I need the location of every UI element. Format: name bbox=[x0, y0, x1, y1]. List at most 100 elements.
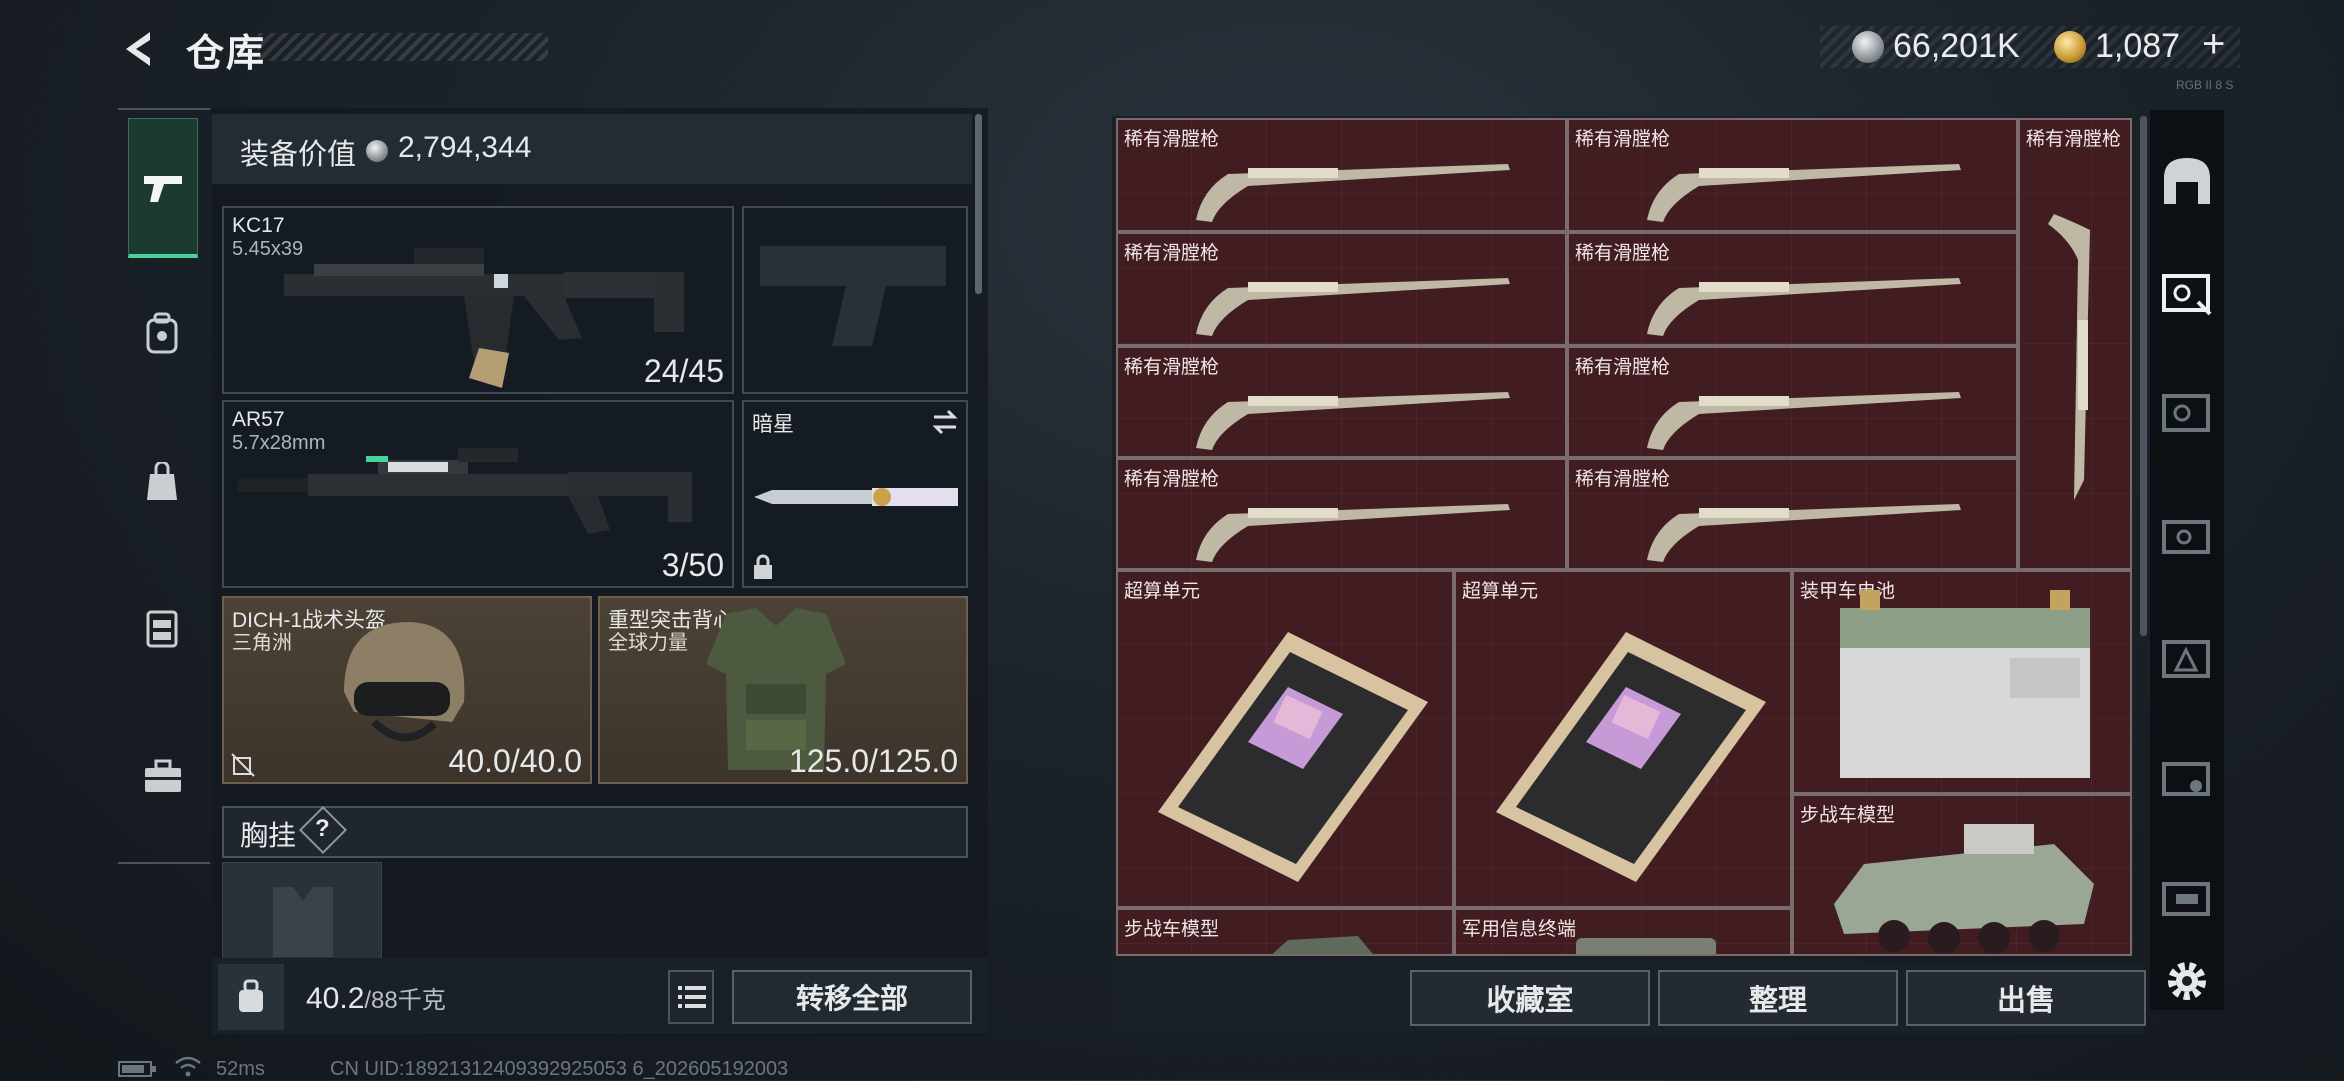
armor-slot[interactable]: 重型突击背心 全球力量 125.0/125.0 bbox=[598, 596, 968, 784]
assault-rifle-image bbox=[284, 248, 684, 388]
musket-image bbox=[1647, 278, 1961, 336]
item-label: 稀有滑膛枪 bbox=[2026, 129, 2122, 150]
silver-currency-value: 66,201K bbox=[1893, 27, 2020, 65]
terminal-image bbox=[1576, 938, 1716, 954]
lock-button[interactable] bbox=[218, 964, 284, 1030]
ifv-model-image bbox=[1272, 936, 1373, 954]
stash-tab-vault-icon[interactable] bbox=[2158, 262, 2216, 322]
user-uid: CN UID:18921312409392925053 6_2026051920… bbox=[330, 1058, 789, 1080]
weight-current: 40.2 bbox=[306, 982, 365, 1015]
stash-scrollbar[interactable] bbox=[2140, 116, 2147, 636]
musket-image bbox=[1196, 504, 1510, 562]
back-arrow-icon[interactable] bbox=[118, 28, 160, 70]
pistol-slot[interactable] bbox=[742, 206, 968, 394]
chest-rig-label: 胸挂 bbox=[240, 820, 297, 851]
stash-item-compute-unit[interactable]: 超算单元 bbox=[1116, 570, 1454, 908]
chest-rig-slot[interactable] bbox=[222, 862, 382, 964]
gold-currency-value: 1,087 bbox=[2095, 27, 2181, 65]
tab-toolbox[interactable] bbox=[142, 758, 184, 796]
musket-image bbox=[1647, 504, 1961, 562]
tab-vest[interactable] bbox=[144, 606, 180, 650]
musket-image bbox=[1196, 278, 1510, 336]
stash-item-vehicle-battery[interactable]: 装甲车电池 bbox=[1792, 570, 2132, 794]
stash-item-compute-unit[interactable]: 超算单元 bbox=[1454, 570, 1792, 908]
stash-item-musket[interactable]: 稀有滑膛枪 bbox=[1116, 458, 1567, 570]
stash-item-musket[interactable]: 稀有滑膛枪 bbox=[1567, 346, 2018, 458]
helmet-brand: 三角洲 bbox=[232, 632, 292, 654]
item-label: 军用信息终端 bbox=[1462, 919, 1577, 940]
title-decoration bbox=[258, 33, 548, 61]
stash-item-musket[interactable]: 稀有滑膛枪 bbox=[1567, 118, 2018, 232]
backpack-lock-icon bbox=[239, 979, 263, 1012]
stash-tab-warning-icon[interactable] bbox=[2158, 628, 2216, 688]
list-view-button[interactable] bbox=[668, 970, 714, 1024]
stash-item-musket[interactable]: 稀有滑膛枪 bbox=[1116, 118, 1567, 232]
list-icon bbox=[678, 986, 706, 1008]
armor-brand: 全球力量 bbox=[608, 632, 688, 654]
version-tag: RGB II 8 S bbox=[2176, 78, 2234, 92]
transfer-all-button[interactable]: 转移全部 bbox=[732, 970, 972, 1024]
stash-tab-vault-icon[interactable] bbox=[2158, 746, 2216, 806]
stash-item-military-terminal[interactable]: 军用信息终端 bbox=[1454, 908, 1792, 956]
collection-room-button[interactable]: 收藏室 bbox=[1410, 970, 1650, 1026]
stash-item-musket[interactable]: 稀有滑膛枪 bbox=[1116, 232, 1567, 346]
carry-weight: 40.2/88千克 bbox=[306, 980, 446, 1016]
stash-tab-vault-icon[interactable] bbox=[2158, 504, 2216, 564]
melee-name: 暗星 bbox=[752, 413, 794, 436]
equipment-value: 2,794,344 bbox=[398, 131, 532, 164]
silver-coin-icon bbox=[1852, 31, 1884, 63]
equipment-value-label: 装备价值 bbox=[240, 139, 357, 171]
sell-button[interactable]: 出售 bbox=[1906, 970, 2146, 1026]
battery-image bbox=[1840, 590, 2090, 778]
help-icon[interactable]: ? bbox=[315, 815, 330, 843]
gold-coin-icon bbox=[2054, 31, 2086, 63]
organize-button[interactable]: 整理 bbox=[1658, 970, 1898, 1026]
stash-item-musket-vertical[interactable]: 稀有滑膛枪 bbox=[2018, 118, 2132, 570]
settings-gear-icon[interactable] bbox=[2160, 954, 2214, 1008]
tab-backpack[interactable] bbox=[142, 312, 182, 356]
pistol-silhouette-icon bbox=[760, 246, 946, 346]
weight-max: /88千克 bbox=[364, 987, 446, 1014]
stash-item-musket[interactable]: 稀有滑膛枪 bbox=[1567, 458, 2018, 570]
stash-item-ifv-model[interactable]: 步战车模型 bbox=[1792, 794, 2132, 956]
helmet-durability: 40.0/40.0 bbox=[448, 743, 582, 779]
musket-image bbox=[1647, 164, 1961, 222]
stash-tab-home-icon[interactable] bbox=[2158, 150, 2216, 210]
add-currency-button[interactable]: + bbox=[2202, 22, 2225, 67]
primary-weapon-slot[interactable]: KC17 5.45x39 24/45 bbox=[222, 206, 734, 394]
helmet-slot[interactable]: DICH-1战术头盔 三角洲 40.0/40.0 bbox=[222, 596, 592, 784]
melee-slot[interactable]: 暗星 bbox=[742, 400, 968, 588]
musket-image bbox=[1647, 392, 1961, 450]
knife-image bbox=[754, 488, 958, 506]
helmet-image bbox=[344, 622, 465, 742]
ifv-model-image bbox=[1834, 824, 2094, 954]
musket-image bbox=[1196, 164, 1510, 222]
tab-bag[interactable] bbox=[144, 462, 180, 502]
pistol-icon bbox=[144, 176, 182, 202]
musket-image bbox=[2048, 214, 2090, 500]
secondary-weapon-slot[interactable]: AR57 5.7x28mm 3/50 bbox=[222, 400, 734, 588]
lock-icon bbox=[754, 554, 772, 579]
stash-item-ifv-model[interactable]: 步战车模型 bbox=[1116, 908, 1454, 956]
item-label: 步战车模型 bbox=[1124, 919, 1220, 940]
page-title: 仓库 bbox=[186, 33, 267, 75]
chest-rig-silhouette-icon bbox=[273, 887, 333, 957]
loadout-scrollbar[interactable] bbox=[975, 114, 982, 294]
stash-tab-vault-icon[interactable] bbox=[2158, 866, 2216, 926]
ammo-count: 3/50 bbox=[661, 547, 724, 583]
swap-icon[interactable] bbox=[930, 408, 960, 436]
no-repair-icon bbox=[231, 753, 255, 777]
stash-item-musket[interactable]: 稀有滑膛枪 bbox=[1116, 346, 1567, 458]
smg-image bbox=[238, 448, 692, 534]
compute-unit-image bbox=[1158, 632, 1428, 882]
weapon-name: AR57 bbox=[232, 408, 285, 431]
ping-value: 52ms bbox=[216, 1058, 265, 1080]
musket-image bbox=[1196, 392, 1510, 450]
compute-unit-image bbox=[1496, 632, 1766, 882]
silver-coin-icon bbox=[366, 140, 388, 162]
stash-tab-vault-icon[interactable] bbox=[2158, 382, 2216, 442]
ammo-count: 24/45 bbox=[643, 353, 724, 389]
armor-durability: 125.0/125.0 bbox=[788, 743, 958, 779]
battery-status-icon bbox=[118, 1061, 156, 1077]
stash-item-musket[interactable]: 稀有滑膛枪 bbox=[1567, 232, 2018, 346]
